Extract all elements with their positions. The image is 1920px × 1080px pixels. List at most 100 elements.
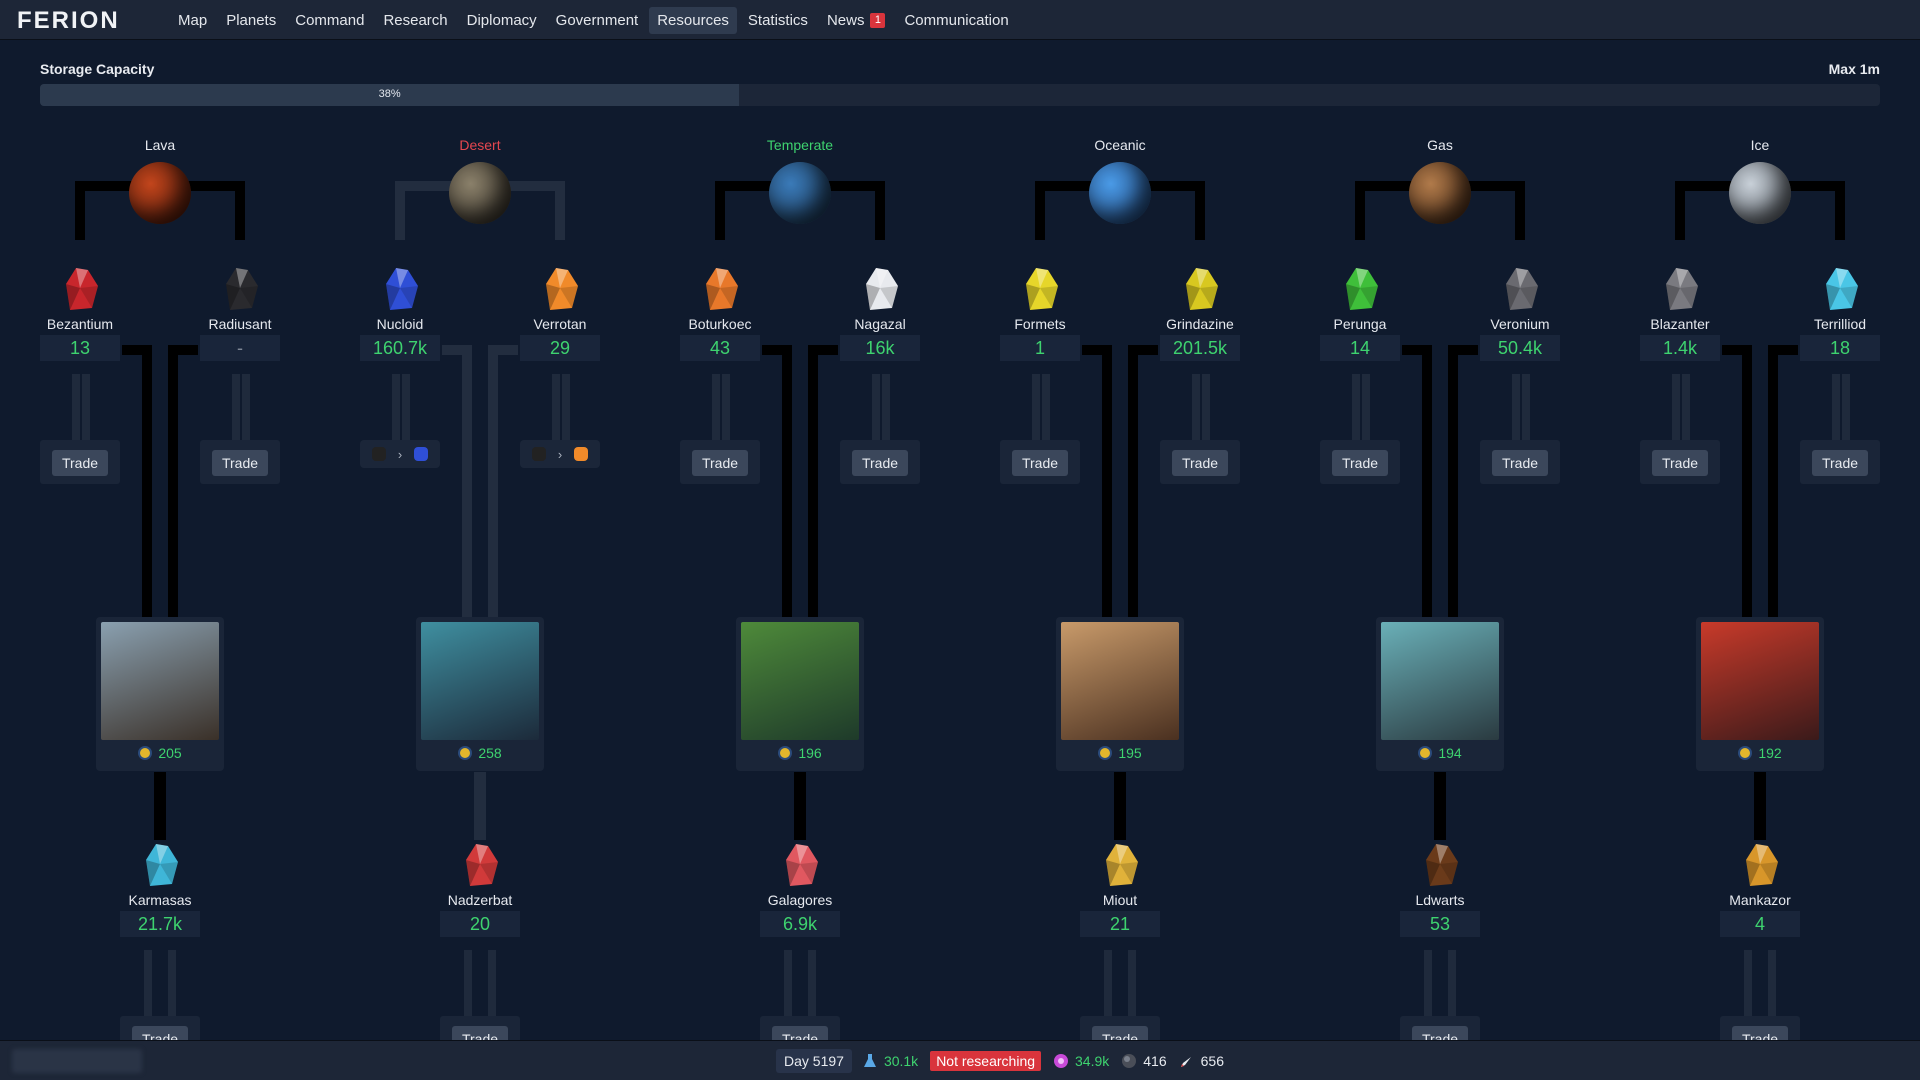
- nav-item-label: Resources: [657, 11, 729, 29]
- nav-item-command[interactable]: Command: [287, 7, 372, 34]
- factory-image: [741, 622, 859, 740]
- product-amount: 53: [1400, 911, 1480, 937]
- nav-item-planets[interactable]: Planets: [218, 7, 284, 34]
- resource-name: Grindazine: [1166, 316, 1234, 332]
- storage-progress-bar: 38%: [40, 84, 1880, 106]
- trade-button[interactable]: Trade: [1492, 450, 1548, 476]
- resource-amount: 29: [520, 335, 600, 361]
- trade-panel: Trade: [1000, 440, 1080, 484]
- resource-gem-icon: [1818, 262, 1862, 314]
- trade-panel: Trade: [840, 440, 920, 484]
- trade-button[interactable]: Trade: [52, 450, 108, 476]
- box-icon: [1098, 838, 1142, 890]
- trade-panel: Trade: [1800, 440, 1880, 484]
- trade-button[interactable]: Trade: [212, 450, 268, 476]
- desert-planet-icon: [449, 162, 511, 224]
- chevron-right-icon: ›: [397, 446, 403, 462]
- product-amount: 21: [1080, 911, 1160, 937]
- nav-item-resources[interactable]: Resources: [649, 6, 737, 34]
- resource-gem-icon: [58, 262, 102, 314]
- factory-image: [421, 622, 539, 740]
- resource-name: Formets: [1014, 316, 1066, 332]
- flask-icon: [862, 1053, 878, 1069]
- trade-button[interactable]: Trade: [1812, 450, 1868, 476]
- research-status-badge[interactable]: Not researching: [930, 1051, 1042, 1071]
- oceanic-planet-icon: [1089, 162, 1151, 224]
- conversion-recipe[interactable]: ›: [360, 440, 440, 468]
- resource-name: Veronium: [1490, 316, 1550, 332]
- nav-item-map[interactable]: Map: [170, 7, 215, 34]
- connection-line: [488, 345, 518, 620]
- planet-type-label: Gas: [1427, 137, 1453, 153]
- trade-panel: Trade: [680, 440, 760, 484]
- planet-type-label: Oceanic: [1094, 137, 1146, 153]
- nav-item-label: Map: [178, 11, 208, 29]
- red-crystal-icon: [458, 838, 502, 890]
- credits-icon: [1053, 1053, 1069, 1069]
- top-nav: FERION Map Planets Command Research Diplomac…: [0, 0, 1920, 40]
- money-bag-icon: [1738, 838, 1782, 890]
- factory-card[interactable]: 194: [1376, 617, 1504, 771]
- nav-item-news[interactable]: News 1: [819, 7, 894, 34]
- nav-item-label: News: [826, 11, 865, 29]
- nav-item-label: Communication: [904, 11, 1009, 29]
- factory-card[interactable]: 258: [416, 617, 544, 771]
- nav-item-statistics[interactable]: Statistics: [740, 7, 816, 34]
- trade-panel: Trade: [1640, 440, 1720, 484]
- nav-item-research[interactable]: Research: [375, 7, 455, 34]
- nav-item-label: Government: [555, 11, 639, 29]
- connection-line: [122, 345, 152, 620]
- coin-icon: [458, 746, 473, 760]
- nav-item-government[interactable]: Government: [548, 7, 647, 34]
- news-count-badge: 1: [870, 12, 886, 28]
- output-resource-icon: [574, 447, 589, 461]
- factory-image: [101, 622, 219, 740]
- nav-item-diplomacy[interactable]: Diplomacy: [459, 7, 545, 34]
- resource-gem-icon: [538, 262, 582, 314]
- product-name: Miout: [1102, 892, 1138, 908]
- trade-panel: Trade: [1160, 440, 1240, 484]
- day-counter: Day 5197: [776, 1049, 852, 1073]
- nav-item-communication[interactable]: Communication: [896, 7, 1016, 34]
- resource-gem-icon: [1498, 262, 1542, 314]
- factory-level-value: 196: [798, 745, 822, 761]
- coin-icon: [1098, 746, 1113, 760]
- factory-card[interactable]: 196: [736, 617, 864, 771]
- trade-button[interactable]: Trade: [1012, 450, 1068, 476]
- ships-value: 656: [1200, 1053, 1224, 1069]
- factory-level: 195: [1056, 745, 1184, 761]
- product-amount: 20: [440, 911, 520, 937]
- connection-line: [1128, 345, 1158, 620]
- trade-button[interactable]: Trade: [1332, 450, 1388, 476]
- resource-gem-icon: [1018, 262, 1062, 314]
- resource-name: Perunga: [1333, 316, 1387, 332]
- factory-card[interactable]: 192: [1696, 617, 1824, 771]
- factory-level: 258: [416, 745, 544, 761]
- factory-card[interactable]: 195: [1056, 617, 1184, 771]
- trade-button[interactable]: Trade: [852, 450, 908, 476]
- gas-planet-icon: [1409, 162, 1471, 224]
- factory-image: [1381, 622, 1499, 740]
- poop-icon: [1418, 838, 1462, 890]
- factory-level: 196: [736, 745, 864, 761]
- resource-amount: 201.5k: [1160, 335, 1240, 361]
- trade-button[interactable]: Trade: [1652, 450, 1708, 476]
- trade-button[interactable]: Trade: [692, 450, 748, 476]
- app-logo[interactable]: FERION: [17, 7, 120, 35]
- resource-gem-icon: [1658, 262, 1702, 314]
- planets-value: 416: [1143, 1053, 1167, 1069]
- planet-type-label: Temperate: [766, 137, 834, 153]
- trade-panel: Trade: [1320, 440, 1400, 484]
- factory-card[interactable]: 205: [96, 617, 224, 771]
- trade-button[interactable]: Trade: [1172, 450, 1228, 476]
- resource-name: Verrotan: [533, 316, 587, 332]
- connection-line: [762, 345, 792, 620]
- product-name: Nadzerbat: [447, 892, 513, 908]
- user-avatar-blurred[interactable]: [12, 1049, 142, 1073]
- connection-line: [1402, 345, 1432, 620]
- storage-capacity-label: Storage Capacity: [40, 61, 155, 77]
- product-amount: 4: [1720, 911, 1800, 937]
- output-resource-icon: [414, 447, 429, 461]
- research-points: 30.1k: [883, 1053, 919, 1069]
- conversion-recipe[interactable]: ›: [520, 440, 600, 468]
